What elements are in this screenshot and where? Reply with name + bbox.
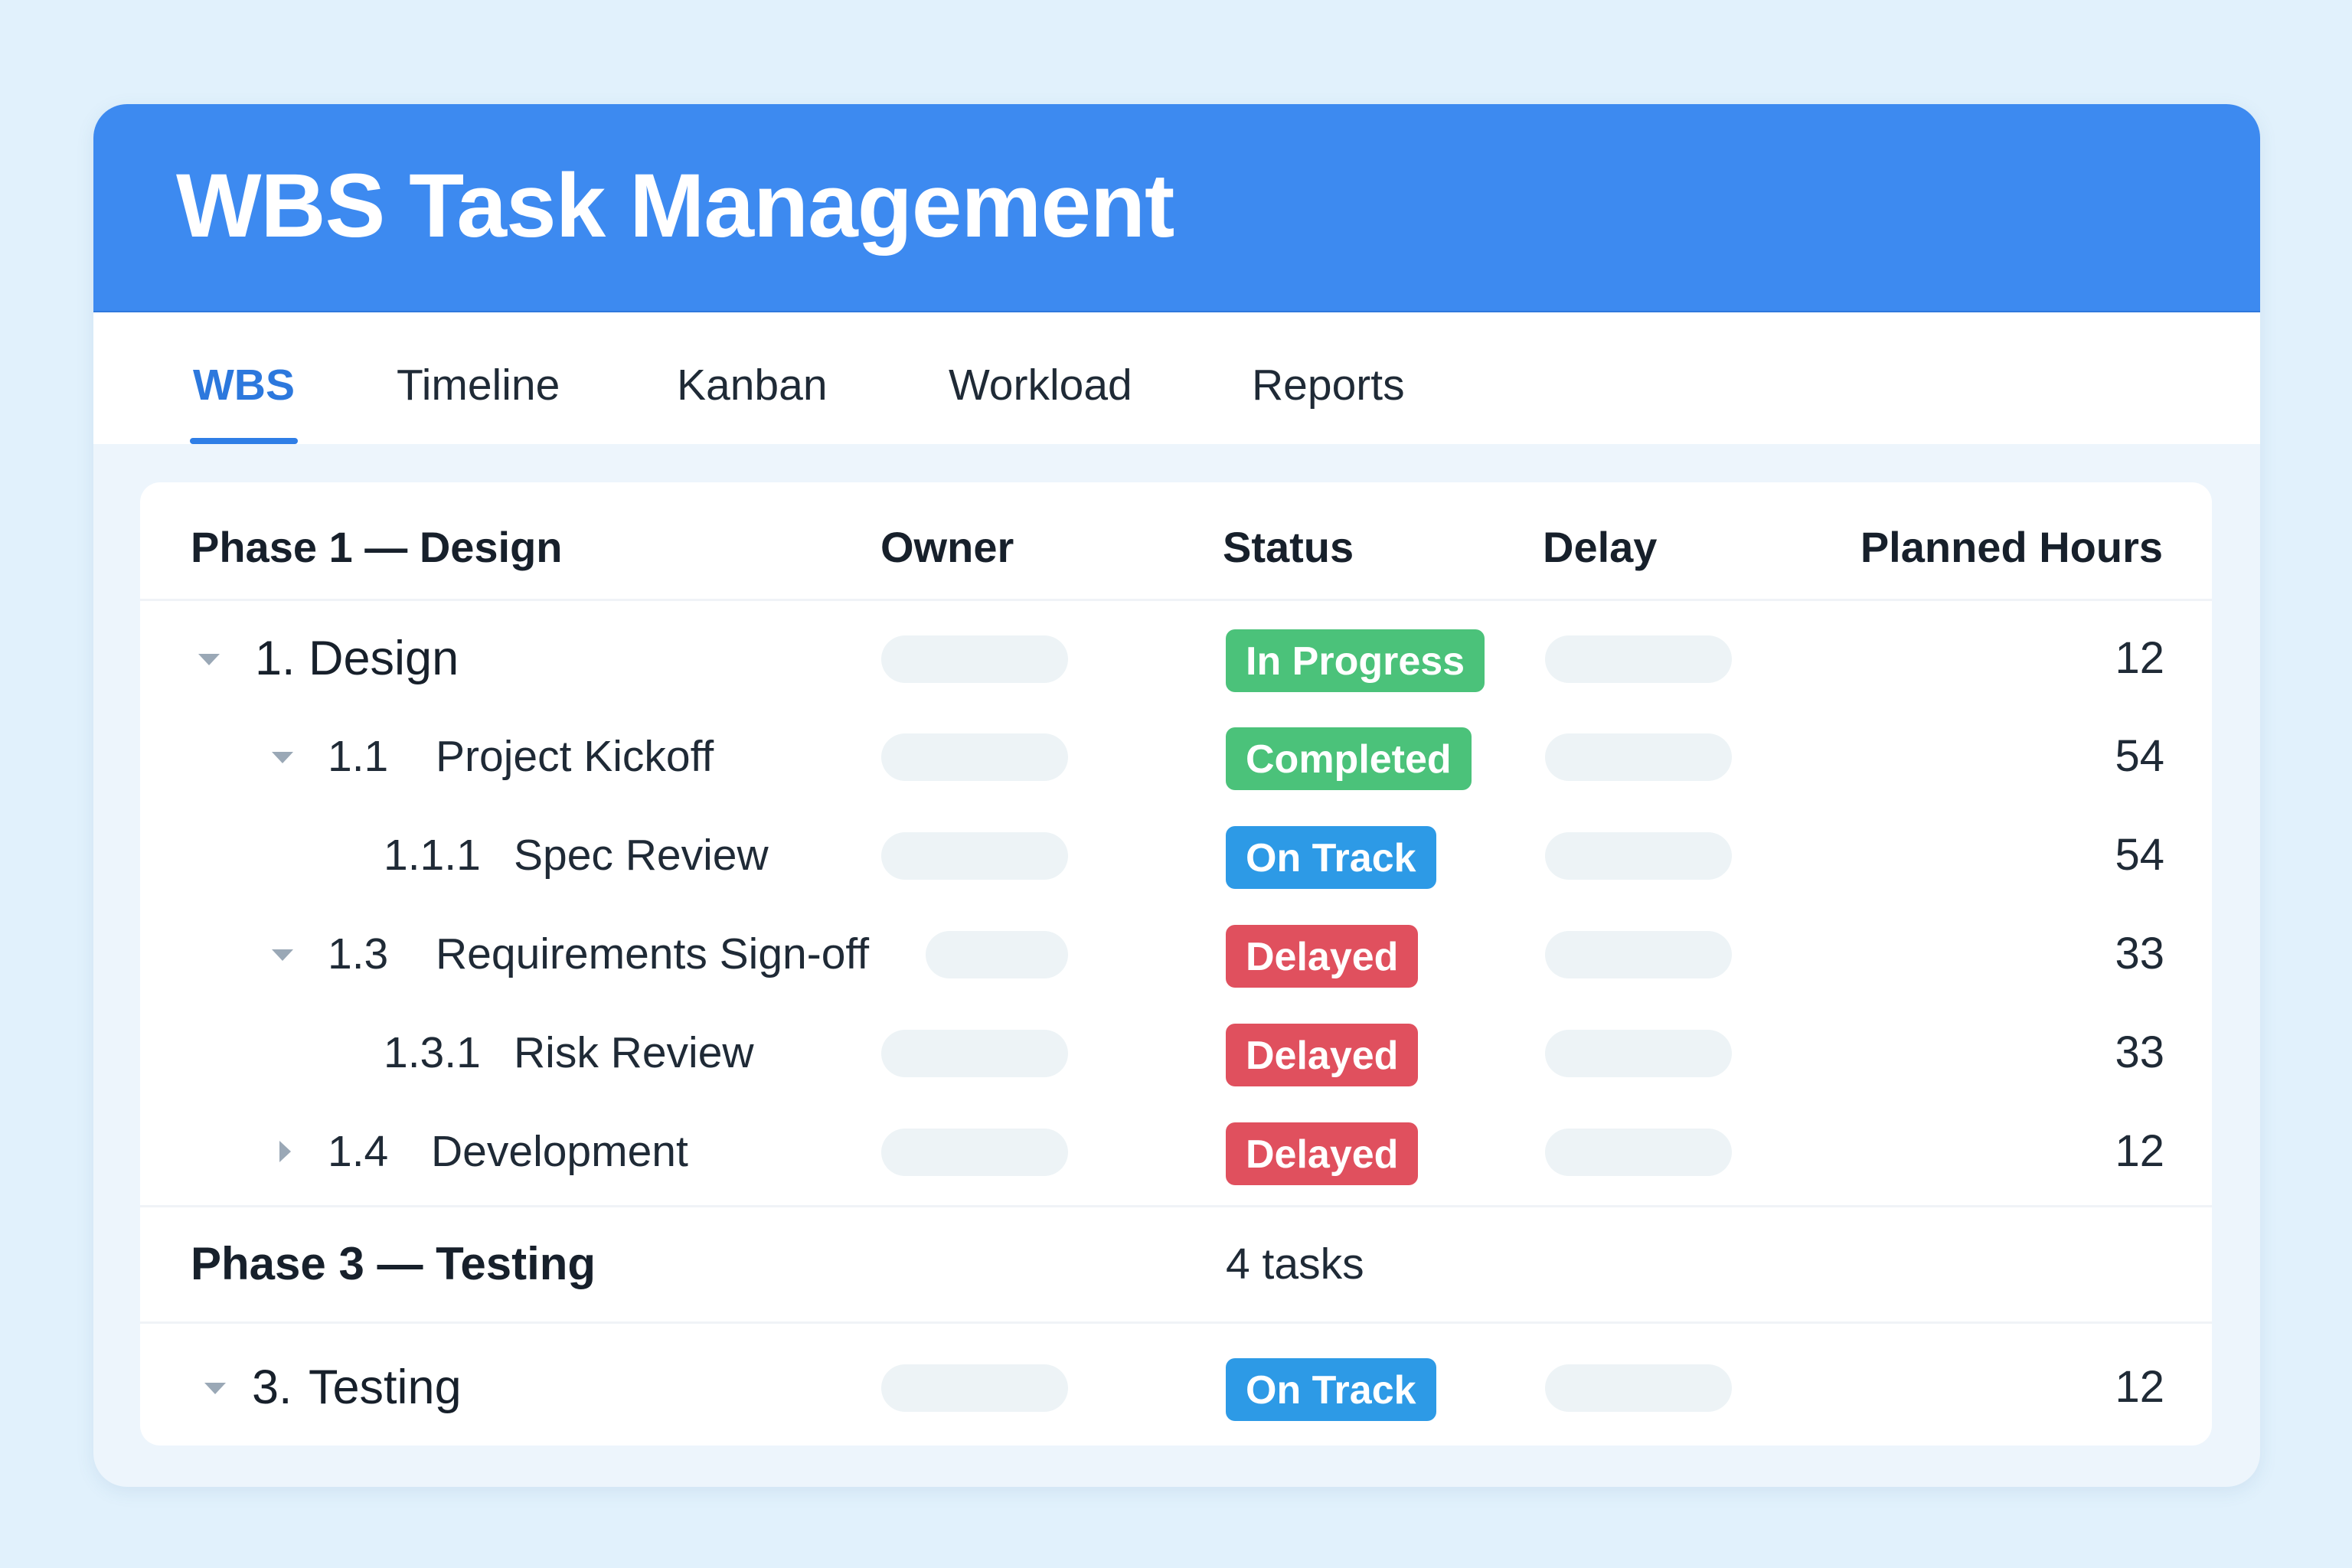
task-number: 1.3.1 (384, 1028, 481, 1077)
chevron-down-icon[interactable] (198, 654, 220, 665)
table-row[interactable]: 1.3.1 Risk Review Delayed 33 (140, 1004, 2212, 1102)
status-badge[interactable]: In Progress (1226, 629, 1485, 692)
planned-hours: 12 (2115, 1362, 2164, 1412)
wbs-table: Phase 1 — Design Owner Status Delay Plan… (140, 482, 2212, 1446)
table-row[interactable]: 1. Design In Progress 12 (140, 609, 2212, 707)
table-row[interactable]: 1.1.1 Spec Review On Track 54 (140, 806, 2212, 904)
task-name: Testing (309, 1361, 462, 1414)
task-name: Requirements Sign-off (436, 929, 870, 978)
phase-title: Phase 3 — Testing (191, 1238, 596, 1289)
task-name: Spec Review (514, 831, 769, 880)
owner-placeholder[interactable] (926, 931, 1068, 978)
delay-placeholder[interactable] (1545, 832, 1732, 880)
column-header-owner[interactable]: Owner (880, 482, 1014, 600)
planned-hours: 33 (2115, 1027, 2164, 1077)
app-title: WBS Task Management (176, 155, 1174, 256)
tab-bar: WBS Timeline Kanban Workload Reports (93, 312, 2260, 444)
status-badge[interactable]: Delayed (1226, 1122, 1419, 1185)
column-header-delay[interactable]: Delay (1543, 482, 1657, 600)
owner-placeholder[interactable] (881, 733, 1068, 781)
planned-hours: 33 (2115, 929, 2164, 978)
section-divider (140, 1321, 2212, 1324)
task-name: Risk Review (514, 1028, 754, 1077)
tab-workload[interactable]: Workload (949, 312, 1132, 444)
task-name: Project Kickoff (436, 732, 714, 781)
header-divider (140, 599, 2212, 601)
tab-wbs[interactable]: WBS (190, 312, 298, 444)
status-badge[interactable]: Completed (1226, 727, 1472, 790)
owner-placeholder[interactable] (881, 832, 1068, 880)
phase-task-count: 4 tasks (1226, 1240, 1364, 1289)
owner-placeholder[interactable] (881, 1364, 1068, 1412)
tab-timeline[interactable]: Timeline (397, 312, 560, 444)
delay-placeholder[interactable] (1545, 931, 1732, 978)
chevron-right-icon[interactable] (279, 1141, 291, 1162)
owner-placeholder[interactable] (881, 1030, 1068, 1077)
planned-hours: 12 (2115, 1126, 2164, 1176)
table-row[interactable]: 3. Testing On Track 12 (140, 1338, 2212, 1436)
status-badge[interactable]: Delayed (1226, 1024, 1419, 1086)
delay-placeholder[interactable] (1545, 1129, 1732, 1176)
owner-placeholder[interactable] (881, 1129, 1068, 1176)
table-row[interactable]: 1.4 Development Delayed 12 (140, 1102, 2212, 1200)
planned-hours: 12 (2115, 633, 2164, 683)
chevron-down-icon[interactable] (272, 752, 293, 763)
delay-placeholder[interactable] (1545, 635, 1732, 683)
column-header-planned-hours[interactable]: Planned Hours (1860, 482, 2163, 600)
tab-kanban[interactable]: Kanban (677, 312, 828, 444)
status-badge[interactable]: On Track (1226, 826, 1436, 889)
chevron-down-icon[interactable] (204, 1383, 226, 1394)
planned-hours: 54 (2115, 731, 2164, 781)
status-badge[interactable]: Delayed (1226, 925, 1419, 988)
planned-hours: 54 (2115, 830, 2164, 880)
delay-placeholder[interactable] (1545, 1030, 1732, 1077)
column-header-phase: Phase 1 — Design (191, 523, 563, 571)
task-number: 1.1.1 (384, 831, 481, 880)
app-window: WBS Task Management WBS Timeline Kanban … (93, 104, 2260, 1487)
delay-placeholder[interactable] (1545, 1364, 1732, 1412)
table-row[interactable]: 1.3 Requirements Sign-off Delayed 33 (140, 905, 2212, 1003)
owner-placeholder[interactable] (881, 635, 1068, 683)
table-row[interactable]: 1.1 Project Kickoff Completed 54 (140, 707, 2212, 805)
task-number: 1.4 (328, 1127, 389, 1176)
tab-reports[interactable]: Reports (1252, 312, 1405, 444)
task-number: 1.1 (328, 732, 389, 781)
status-badge[interactable]: On Track (1226, 1358, 1436, 1421)
task-number: 1.3 (328, 929, 389, 978)
chevron-down-icon[interactable] (272, 949, 293, 961)
task-name: Development (431, 1127, 688, 1176)
task-number: 1. (255, 632, 296, 685)
task-number: 3. (252, 1361, 292, 1414)
delay-placeholder[interactable] (1545, 733, 1732, 781)
phase-group-header[interactable]: Phase 3 — Testing 4 tasks (140, 1207, 2212, 1321)
app-header: WBS Task Management (93, 104, 2260, 312)
column-header-status[interactable]: Status (1223, 482, 1354, 600)
task-name: Design (309, 632, 459, 685)
